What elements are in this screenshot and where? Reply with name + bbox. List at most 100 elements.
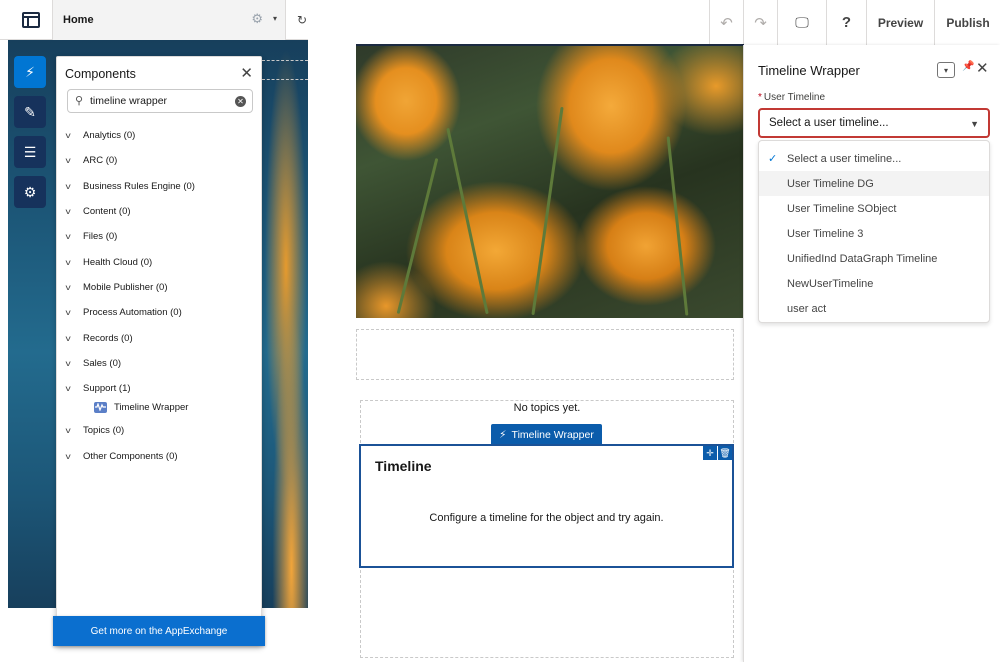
flower-stem bbox=[531, 106, 564, 316]
listbox-option[interactable]: user act bbox=[759, 296, 989, 321]
chevron-down-icon: v bbox=[65, 451, 71, 461]
page-selector[interactable]: Home ⚙ ▾ bbox=[52, 0, 286, 40]
refresh-icon[interactable]: ↻ bbox=[297, 13, 307, 27]
no-topics-text: No topics yet. bbox=[513, 402, 581, 414]
component-category[interactable]: v Files (0) bbox=[66, 224, 257, 249]
chevron-down-icon: ▼ bbox=[970, 119, 979, 129]
component-category[interactable]: v Sales (0) bbox=[65, 351, 257, 376]
components-panel: Components ✕ ⚲ ✕ vAnalytics (0)vARC (0)v… bbox=[53, 56, 265, 646]
redo-icon: ↷ bbox=[754, 14, 767, 32]
required-marker: * bbox=[758, 92, 762, 103]
pin-icon[interactable]: 📌 bbox=[962, 61, 974, 72]
component-item[interactable]: Timeline Wrapper bbox=[67, 397, 257, 417]
combobox-value: Select a user timeline... bbox=[769, 117, 889, 129]
component-category[interactable]: v Business Rules Engine (0) bbox=[66, 174, 257, 199]
user-timeline-listbox: ✓ Select a user timeline... User Timeline … bbox=[758, 140, 990, 323]
component-toolbar: ✛ 🗑 bbox=[702, 446, 732, 460]
help-button[interactable]: ? bbox=[827, 0, 867, 45]
component-category-label: ARC (0) bbox=[83, 155, 118, 167]
component-category[interactable]: v Health Cloud (0) bbox=[65, 249, 257, 274]
settings-rail-button[interactable]: ⚙ bbox=[14, 176, 46, 208]
component-category[interactable]: v Topics (0) bbox=[65, 418, 257, 443]
builder-side-rail: ⚡ ✎ ☰ ⚙ bbox=[8, 52, 52, 212]
component-category[interactable]: v Other Components (0) bbox=[65, 444, 257, 469]
component-category[interactable]: v Content (0) bbox=[65, 199, 257, 224]
preview-button[interactable]: Preview bbox=[867, 0, 935, 45]
right-builder-header: ↶ ↷ 🖵 ? Preview Publish bbox=[709, 0, 1000, 45]
listbox-option[interactable]: NewUserTimeline bbox=[759, 271, 989, 296]
property-panel-title: Timeline Wrapper bbox=[758, 63, 860, 78]
device-preview-button[interactable]: 🖵 bbox=[778, 0, 827, 45]
undo-button[interactable]: ↶ bbox=[710, 0, 744, 45]
theme-rail-button[interactable]: ✎ bbox=[14, 96, 46, 128]
desktop-icon: 🖵 bbox=[795, 14, 809, 30]
listbox-option[interactable]: User Timeline 3 bbox=[759, 221, 989, 246]
page-selector-chevron-down-icon[interactable]: ▾ bbox=[273, 14, 277, 23]
help-icon: ? bbox=[841, 14, 852, 31]
timeline-card-title: Timeline bbox=[375, 458, 432, 474]
redo-button[interactable]: ↷ bbox=[744, 0, 778, 45]
chevron-down-icon: v bbox=[65, 426, 71, 436]
close-icon[interactable]: ✕ bbox=[976, 59, 989, 77]
component-category[interactable]: v Analytics (0) bbox=[65, 123, 257, 148]
move-icon[interactable]: ✛ bbox=[703, 446, 717, 460]
listbox-option[interactable]: UnifiedInd DataGraph Timeline bbox=[759, 246, 989, 271]
flower-stem bbox=[396, 158, 439, 314]
left-builder-header: Home ⚙ ▾ ↻ bbox=[0, 0, 308, 40]
component-category[interactable]: v Process Automation (0) bbox=[65, 300, 257, 325]
undo-icon: ↶ bbox=[720, 14, 733, 32]
component-category[interactable]: v Records (0) bbox=[65, 325, 257, 350]
bolt-icon: ⚡ bbox=[25, 63, 35, 80]
user-timeline-label-text: User Timeline bbox=[763, 92, 826, 103]
chevron-down-icon: v bbox=[65, 358, 71, 368]
chevron-down-icon: v bbox=[65, 308, 71, 318]
property-editor-panel: Timeline Wrapper ▾ 📌 ✕ * User Timeline Se… bbox=[743, 45, 1000, 662]
components-panel-title: Components bbox=[65, 67, 136, 81]
component-category-label: Content (0) bbox=[83, 206, 131, 218]
component-category-label: Topics (0) bbox=[83, 425, 125, 437]
check-icon: ✓ bbox=[768, 153, 778, 165]
component-category-label: Support (1) bbox=[83, 383, 131, 395]
selected-component-tag[interactable]: ⚡ Timeline Wrapper bbox=[491, 424, 602, 445]
timeline-wrapper-component[interactable]: Timeline Configure a timeline for the ob… bbox=[359, 444, 734, 568]
listbox-option[interactable]: User Timeline SObject bbox=[759, 196, 989, 221]
component-category-label: Mobile Publisher (0) bbox=[83, 281, 168, 293]
page-settings-gear-icon[interactable]: ⚙ bbox=[251, 11, 263, 27]
component-category[interactable]: v Mobile Publisher (0) bbox=[66, 275, 257, 300]
listbox-option[interactable]: User Timeline DG bbox=[759, 171, 989, 196]
chevron-down-icon: v bbox=[65, 131, 71, 141]
timeline-icon bbox=[94, 401, 107, 413]
builder-app-icon[interactable] bbox=[22, 12, 40, 28]
empty-region-dashed bbox=[356, 329, 734, 380]
clear-search-icon[interactable]: ✕ bbox=[235, 96, 246, 107]
user-timeline-combobox[interactable]: Select a user timeline... ▼ bbox=[758, 108, 990, 138]
brush-icon: ✎ bbox=[24, 103, 36, 120]
listbox-option-label: user act bbox=[787, 302, 827, 315]
listbox-option-label: NewUserTimeline bbox=[787, 277, 874, 290]
listbox-option[interactable]: ✓ Select a user timeline... bbox=[759, 146, 989, 171]
component-category-label: Records (0) bbox=[83, 332, 133, 344]
left-canvas-dashed-guide bbox=[262, 79, 308, 80]
panel-menu-chevron-down-icon[interactable]: ▾ bbox=[937, 62, 955, 78]
chevron-down-icon: v bbox=[65, 207, 71, 217]
appexchange-button[interactable]: Get more on the AppExchange bbox=[53, 616, 265, 646]
delete-icon[interactable]: 🗑 bbox=[718, 446, 732, 460]
component-item-label: Timeline Wrapper bbox=[114, 401, 189, 413]
listbox-option-label: User Timeline SObject bbox=[787, 202, 897, 215]
components-rail-button[interactable]: ⚡ bbox=[14, 56, 46, 88]
chevron-down-icon: v bbox=[65, 257, 71, 267]
publish-button[interactable]: Publish bbox=[935, 0, 1000, 45]
close-icon[interactable]: ✕ bbox=[240, 64, 253, 82]
component-category-label: Health Cloud (0) bbox=[83, 256, 153, 268]
component-search-box: ⚲ ✕ bbox=[67, 89, 253, 113]
listbox-option-label: User Timeline 3 bbox=[787, 227, 864, 240]
component-category[interactable]: v ARC (0) bbox=[66, 148, 257, 173]
user-timeline-label: * User Timeline bbox=[758, 92, 825, 103]
chevron-down-icon: v bbox=[65, 333, 71, 343]
component-category-label: Other Components (0) bbox=[83, 450, 178, 462]
page-structure-rail-button[interactable]: ☰ bbox=[14, 136, 46, 168]
component-category-label: Files (0) bbox=[83, 231, 118, 243]
search-icon: ⚲ bbox=[75, 95, 84, 107]
component-search-input[interactable] bbox=[90, 93, 230, 109]
component-category-list: v Analytics (0) v ARC (0) v Business Rules En… bbox=[65, 123, 257, 469]
